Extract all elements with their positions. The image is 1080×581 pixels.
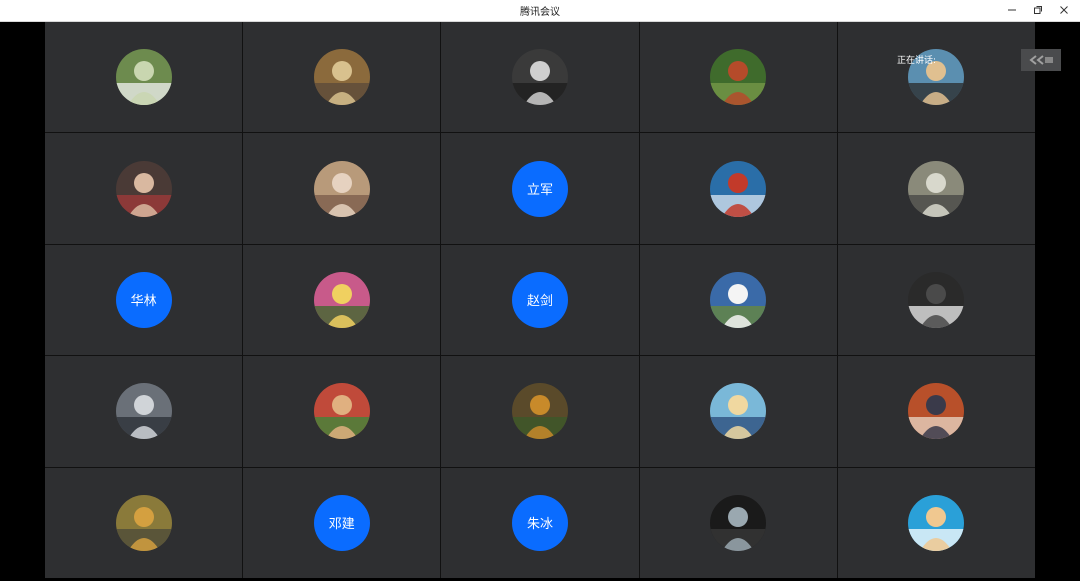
initials-avatar: 华林 bbox=[115, 271, 172, 328]
car-photo bbox=[115, 383, 172, 440]
participant-tile[interactable] bbox=[639, 22, 837, 133]
participant-tile[interactable]: 邓建 bbox=[243, 467, 441, 578]
selfie-photo bbox=[313, 383, 370, 440]
participant-tile[interactable] bbox=[639, 133, 837, 244]
garden-photo bbox=[710, 49, 767, 106]
speaking-indicator: 正在讲话: bbox=[897, 56, 937, 66]
video-stage: 立军华林 赵剑邓建 朱冰 正在讲话: bbox=[0, 22, 1080, 581]
tree-road-photo bbox=[115, 494, 172, 551]
participant-tile[interactable] bbox=[45, 356, 243, 467]
participant-tile[interactable] bbox=[243, 356, 441, 467]
participant-tile[interactable]: 朱冰 bbox=[441, 467, 639, 578]
initials-avatar: 邓建 bbox=[313, 494, 370, 551]
group-photo bbox=[908, 160, 965, 217]
jetski-photo bbox=[710, 160, 767, 217]
window-title: 腾讯会议 bbox=[520, 7, 560, 18]
initials-avatar: 朱冰 bbox=[511, 494, 568, 551]
person-field-photo bbox=[115, 49, 172, 106]
cartoon-boy-photo bbox=[710, 383, 767, 440]
participant-tile[interactable]: 华林 bbox=[45, 244, 243, 356]
participant-tile[interactable] bbox=[243, 133, 441, 244]
participant-tile[interactable] bbox=[837, 356, 1035, 467]
participant-tile[interactable] bbox=[45, 467, 243, 578]
participant-tile[interactable] bbox=[837, 467, 1035, 578]
autumn-landscape-photo bbox=[511, 383, 568, 440]
participant-tile[interactable] bbox=[243, 22, 441, 133]
participant-tile[interactable] bbox=[837, 133, 1035, 244]
cartoon-glasses-photo bbox=[908, 494, 965, 551]
man-portrait-photo bbox=[908, 383, 965, 440]
participant-tile[interactable] bbox=[639, 467, 837, 578]
lighthouse-photo bbox=[710, 271, 767, 328]
restore-icon[interactable] bbox=[1030, 2, 1046, 18]
initials-avatar: 赵剑 bbox=[511, 271, 568, 328]
man-presenting-photo bbox=[908, 271, 965, 328]
participant-tile[interactable] bbox=[837, 22, 1035, 133]
family-photo bbox=[313, 160, 370, 217]
man-suit-photo bbox=[511, 49, 568, 106]
participant-tile[interactable] bbox=[45, 133, 243, 244]
participant-grid: 立军华林 赵剑邓建 朱冰 bbox=[45, 22, 1035, 578]
collapse-sidebar-button[interactable] bbox=[1021, 49, 1061, 71]
close-icon[interactable] bbox=[1056, 2, 1072, 18]
people-indoor-photo bbox=[313, 49, 370, 106]
title-bar: 腾讯会议 bbox=[0, 0, 1080, 22]
flowers-photo bbox=[313, 271, 370, 328]
participant-tile[interactable] bbox=[441, 22, 639, 133]
participant-tile[interactable] bbox=[441, 356, 639, 467]
minimize-icon[interactable] bbox=[1004, 2, 1020, 18]
participant-tile[interactable] bbox=[243, 244, 441, 356]
window-controls bbox=[1004, 2, 1072, 18]
participant-tile[interactable] bbox=[837, 244, 1035, 356]
participant-tile[interactable] bbox=[639, 244, 837, 356]
participant-tile[interactable] bbox=[639, 356, 837, 467]
participant-tile[interactable] bbox=[45, 22, 243, 133]
child-hat-photo bbox=[115, 160, 172, 217]
participant-tile[interactable]: 赵剑 bbox=[441, 244, 639, 356]
initials-avatar: 立军 bbox=[511, 160, 568, 217]
lake-sunset-photo bbox=[710, 494, 767, 551]
participant-tile[interactable]: 立军 bbox=[441, 133, 639, 244]
double-chevron-icon bbox=[1029, 55, 1053, 65]
